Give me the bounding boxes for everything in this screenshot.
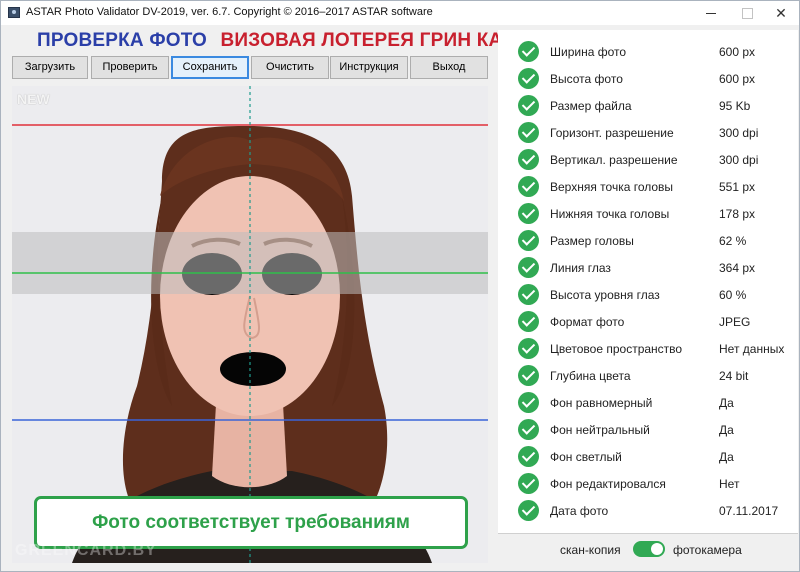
result-row: Верхняя точка головы 551 px	[498, 173, 798, 200]
param-value: 07.11.2017	[719, 504, 779, 518]
window-title: ASTAR Photo Validator DV-2019, ver. 6.7.…	[26, 6, 433, 18]
check-icon	[518, 284, 539, 305]
save-button[interactable]: Сохранить	[171, 56, 249, 79]
result-row: Дата фото 07.11.2017	[498, 497, 798, 524]
app-icon	[8, 7, 20, 18]
param-label: Цветовое пространство	[550, 342, 683, 356]
param-label: Вертикал. разрешение	[550, 153, 678, 167]
heading-lottery: ВИЗОВАЯ ЛОТЕРЕЯ ГРИН КАРТА	[220, 30, 540, 51]
watermark: GREENCARD.BY	[15, 542, 157, 559]
close-button[interactable]: ✕	[763, 1, 799, 25]
check-icon	[518, 500, 539, 521]
param-label: Размер файла	[550, 99, 632, 113]
param-value: 60 %	[719, 288, 747, 302]
check-button[interactable]: Проверить	[91, 56, 169, 79]
param-label: Фон редактировался	[550, 477, 666, 491]
param-label: Фон светлый	[550, 450, 622, 464]
portrait-image	[12, 86, 488, 563]
result-row: Фон светлый Да	[498, 443, 798, 470]
check-icon	[518, 311, 539, 332]
param-value: Нет	[719, 477, 740, 491]
result-row: Высота уровня глаз 60 %	[498, 281, 798, 308]
param-value: Нет данных	[719, 342, 785, 356]
param-label: Формат фото	[550, 315, 625, 329]
check-icon	[518, 257, 539, 278]
check-icon	[518, 230, 539, 251]
result-row: Фон нейтральный Да	[498, 416, 798, 443]
check-icon	[518, 41, 539, 62]
result-row: Высота фото 600 px	[498, 65, 798, 92]
param-value: 300 dpi	[719, 153, 759, 167]
mode-switch-bar: скан-копия фотокамера	[498, 533, 798, 563]
app-heading: ПРОВЕРКА ФОТО ВИЗОВАЯ ЛОТЕРЕЯ ГРИН КАРТА	[37, 30, 540, 52]
check-icon	[518, 392, 539, 413]
check-icon	[518, 122, 539, 143]
photo-preview[interactable]: NEW Фото соответствует требованиям GREEN…	[12, 86, 488, 563]
result-row: Размер головы 62 %	[498, 227, 798, 254]
param-value: 300 dpi	[719, 126, 759, 140]
result-row: Нижняя точка головы 178 px	[498, 200, 798, 227]
result-row: Горизонт. разрешение 300 dpi	[498, 119, 798, 146]
param-label: Ширина фото	[550, 45, 627, 59]
param-value: Да	[719, 450, 734, 464]
param-label: Высота уровня глаз	[550, 288, 660, 302]
heading-photo-check: ПРОВЕРКА ФОТО	[37, 30, 208, 51]
check-icon	[518, 419, 539, 440]
check-icon	[518, 149, 539, 170]
result-row: Фон редактировался Нет	[498, 470, 798, 497]
param-value: 95 Kb	[719, 99, 751, 113]
check-icon	[518, 95, 539, 116]
exit-button[interactable]: Выход	[410, 56, 488, 79]
result-row: Вертикал. разрешение 300 dpi	[498, 146, 798, 173]
param-label: Линия глаз	[550, 261, 611, 275]
minimize-button[interactable]	[693, 1, 729, 25]
check-icon	[518, 446, 539, 467]
param-value: 24 bit	[719, 369, 749, 383]
load-button[interactable]: Загрузить	[12, 56, 88, 79]
new-badge: NEW	[17, 91, 50, 107]
param-value: 551 px	[719, 180, 756, 194]
results-panel: Ширина фото 600 px Высота фото 600 px Разм…	[498, 30, 798, 533]
result-row: Формат фото JPEG	[498, 308, 798, 335]
toggle-knob	[651, 543, 663, 555]
app-window: ASTAR Photo Validator DV-2019, ver. 6.7.…	[0, 0, 800, 572]
param-value: 62 %	[719, 234, 747, 248]
check-icon	[518, 68, 539, 89]
result-row: Фон равномерный Да	[498, 389, 798, 416]
camera-label: фотокамера	[673, 543, 742, 557]
param-label: Фон нейтральный	[550, 423, 650, 437]
check-icon	[518, 338, 539, 359]
instructions-button[interactable]: Инструкция	[330, 56, 408, 79]
check-icon	[518, 365, 539, 386]
param-label: Горизонт. разрешение	[550, 126, 674, 140]
result-row: Размер файла 95 Kb	[498, 92, 798, 119]
param-label: Высота фото	[550, 72, 623, 86]
result-row: Глубина цвета 24 bit	[498, 362, 798, 389]
param-label: Нижняя точка головы	[550, 207, 670, 221]
result-row: Линия глаз 364 px	[498, 254, 798, 281]
param-value: JPEG	[719, 315, 751, 329]
param-value: Да	[719, 423, 734, 437]
check-icon	[518, 473, 539, 494]
title-bar[interactable]: ASTAR Photo Validator DV-2019, ver. 6.7.…	[1, 1, 799, 25]
param-value: 178 px	[719, 207, 756, 221]
param-label: Верхняя точка головы	[550, 180, 674, 194]
result-row: Ширина фото 600 px	[498, 38, 798, 65]
param-value: 600 px	[719, 72, 756, 86]
check-icon	[518, 176, 539, 197]
check-icon	[518, 203, 539, 224]
scan-copy-label: скан-копия	[560, 543, 621, 557]
clear-button[interactable]: Очистить	[251, 56, 329, 79]
param-value: Да	[719, 396, 734, 410]
param-value: 364 px	[719, 261, 756, 275]
param-value: 600 px	[719, 45, 756, 59]
param-label: Размер головы	[550, 234, 634, 248]
result-row: Цветовое пространство Нет данных	[498, 335, 798, 362]
param-label: Глубина цвета	[550, 369, 631, 383]
source-mode-toggle[interactable]	[633, 541, 665, 557]
param-label: Дата фото	[550, 504, 609, 518]
maximize-button[interactable]	[729, 1, 765, 25]
param-label: Фон равномерный	[550, 396, 653, 410]
